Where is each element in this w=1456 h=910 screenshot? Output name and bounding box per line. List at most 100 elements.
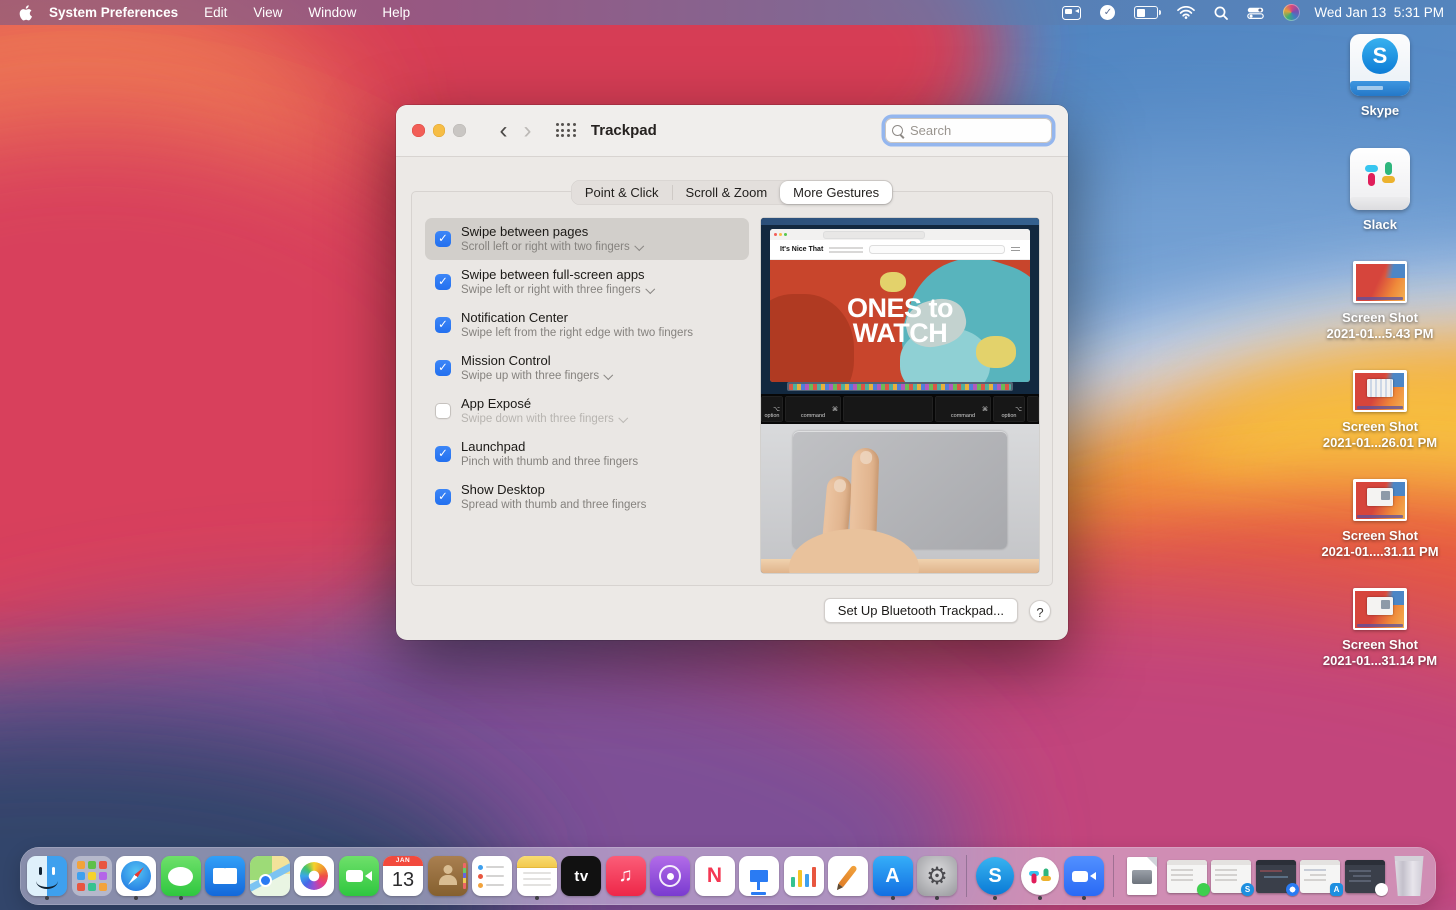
gesture-row-mission-control[interactable]: Mission Control Swipe up with three fing… — [425, 347, 749, 389]
gesture-row-notification-center[interactable]: Notification Center Swipe left from the … — [425, 304, 749, 346]
tab-bar: Point & Click Scroll & Zoom More Gesture… — [396, 180, 1068, 205]
battery-icon[interactable] — [1134, 6, 1158, 19]
back-button[interactable]: ‹ — [492, 121, 516, 141]
desktop-icon-slack[interactable]: Slack — [1350, 148, 1410, 233]
spotlight-icon[interactable] — [1214, 6, 1228, 20]
checkbox-show-desktop[interactable] — [435, 489, 451, 505]
gesture-row-swipe-between-pages[interactable]: Swipe between pages Scroll left or right… — [425, 218, 749, 260]
checkbox-mission-control[interactable] — [435, 360, 451, 376]
dock-icon-slack[interactable] — [1020, 852, 1060, 900]
gesture-description: Pinch with thumb and three fingers — [461, 455, 638, 470]
dock-icon-apple-tv[interactable]: tv — [561, 852, 601, 900]
setup-bluetooth-trackpad-button[interactable]: Set Up Bluetooth Trackpad... — [824, 598, 1018, 623]
key-option-left: ⌥option — [761, 396, 783, 422]
running-indicator — [935, 896, 939, 900]
dock-icon-keynote[interactable] — [739, 852, 779, 900]
show-all-preferences-icon[interactable] — [556, 123, 577, 139]
dock-minimized-messages-window[interactable] — [1167, 852, 1207, 900]
desktop-icon-skype[interactable]: S Skype — [1350, 34, 1410, 119]
forward-button: › — [516, 121, 540, 141]
dock-icon-safari[interactable] — [116, 852, 156, 900]
dock-icon-app-store[interactable]: A — [873, 852, 913, 900]
checkbox-swipe-fullscreen-apps[interactable] — [435, 274, 451, 290]
dock-minimized-safari-window[interactable] — [1256, 852, 1296, 900]
window-titlebar[interactable]: ‹ › Trackpad — [396, 105, 1068, 157]
desktop-icon-screenshot-2[interactable]: Screen Shot2021-01...26.01 PM — [1323, 370, 1437, 450]
dock-icon-finder[interactable] — [27, 852, 67, 900]
dock-icon-system-preferences[interactable]: ⚙ — [917, 852, 957, 900]
user-avatar-icon[interactable] — [1283, 4, 1300, 21]
demo-headline: ONES to WATCH — [770, 260, 1030, 382]
system-preferences-window: ‹ › Trackpad Point & Click Scroll & Zoom… — [396, 105, 1068, 640]
gesture-row-swipe-fullscreen-apps[interactable]: Swipe between full-screen apps Swipe lef… — [425, 261, 749, 303]
dock-icon-reminders[interactable] — [472, 852, 512, 900]
gesture-option-dropdown[interactable]: Swipe down with three fingers — [461, 412, 626, 427]
dock-icon-mail[interactable] — [205, 852, 245, 900]
desktop-icon-screenshot-3[interactable]: Screen Shot2021-01....31.11 PM — [1321, 479, 1438, 559]
wifi-icon[interactable] — [1177, 6, 1195, 19]
dock-icon-messages[interactable] — [161, 852, 201, 900]
menu-edit[interactable]: Edit — [204, 5, 227, 20]
demo-menu-bar — [761, 218, 1039, 225]
dock-icon-contacts[interactable] — [428, 852, 468, 900]
screenshot-thumbnail — [1353, 479, 1407, 521]
desktop-icon-label: Screen Shot2021-01...31.14 PM — [1323, 637, 1437, 668]
dock-icon-facetime[interactable] — [339, 852, 379, 900]
tab-scroll-and-zoom[interactable]: Scroll & Zoom — [673, 181, 781, 204]
menu-view[interactable]: View — [253, 5, 282, 20]
dock-minimized-app-store-window[interactable]: A — [1300, 852, 1340, 900]
running-indicator — [891, 896, 895, 900]
menu-help[interactable]: Help — [382, 5, 410, 20]
dock-minimized-skype-window[interactable]: S — [1211, 852, 1251, 900]
tab-point-and-click[interactable]: Point & Click — [572, 181, 672, 204]
menu-app-name[interactable]: System Preferences — [49, 5, 178, 20]
app-store-badge-icon: A — [1330, 883, 1343, 896]
dock-icon-notes[interactable] — [517, 852, 557, 900]
dock-icon-podcasts[interactable] — [650, 852, 690, 900]
dock-icon-skype[interactable]: S — [975, 852, 1015, 900]
checkbox-swipe-between-pages[interactable] — [435, 231, 451, 247]
gesture-option-dropdown[interactable]: Swipe up with three fingers — [461, 369, 612, 384]
demo-site-header: It's Nice That — [770, 240, 1030, 260]
minimize-button[interactable] — [433, 124, 446, 137]
dock-icon-news[interactable]: N — [695, 852, 735, 900]
dock-icon-zoom[interactable] — [1064, 852, 1104, 900]
todo-check-status-icon[interactable]: ✓ — [1100, 5, 1115, 20]
menu-bar-clock[interactable]: Wed Jan 13 5:31 PM — [1314, 5, 1444, 20]
gesture-option-dropdown[interactable]: Scroll left or right with two fingers — [461, 240, 642, 255]
dock-minimized-disk-image[interactable] — [1122, 852, 1162, 900]
search-field[interactable] — [885, 118, 1052, 143]
apple-menu-icon[interactable] — [18, 5, 33, 21]
tab-more-gestures[interactable]: More Gestures — [780, 181, 892, 204]
dock-icon-photos[interactable] — [294, 852, 334, 900]
dock-icon-maps[interactable] — [250, 852, 290, 900]
dock-divider — [1113, 855, 1114, 897]
checkbox-app-expose[interactable] — [435, 403, 451, 419]
dock-icon-trash[interactable] — [1389, 852, 1429, 900]
safari-badge-icon — [1286, 883, 1299, 896]
desktop-icon-screenshot-4[interactable]: Screen Shot2021-01...31.14 PM — [1323, 588, 1437, 668]
checkbox-launchpad[interactable] — [435, 446, 451, 462]
dock-icon-launchpad[interactable] — [72, 852, 112, 900]
gesture-row-launchpad[interactable]: Launchpad Pinch with thumb and three fin… — [425, 433, 749, 475]
search-input[interactable] — [908, 122, 1045, 139]
gesture-title: Mission Control — [461, 352, 612, 369]
desktop-icon-screenshot-1[interactable]: Screen Shot2021-01...5.43 PM — [1327, 261, 1434, 341]
control-center-icon[interactable] — [1247, 7, 1264, 19]
demo-site-name: It's Nice That — [780, 246, 823, 253]
close-button[interactable] — [412, 124, 425, 137]
gesture-title: Notification Center — [461, 309, 693, 326]
dock-icon-music[interactable]: ♫ — [606, 852, 646, 900]
dock-minimized-slack-window[interactable] — [1345, 852, 1385, 900]
camera-status-icon[interactable] — [1062, 6, 1081, 20]
gesture-option-dropdown[interactable]: Swipe left or right with three fingers — [461, 283, 653, 298]
dock-icon-numbers[interactable] — [784, 852, 824, 900]
screenshot-thumbnail — [1353, 261, 1407, 303]
gesture-row-app-expose[interactable]: App Exposé Swipe down with three fingers — [425, 390, 749, 432]
menu-window[interactable]: Window — [308, 5, 356, 20]
gesture-row-show-desktop[interactable]: Show Desktop Spread with thumb and three… — [425, 476, 749, 518]
checkbox-notification-center[interactable] — [435, 317, 451, 333]
help-button[interactable]: ? — [1029, 600, 1051, 622]
dock-icon-pages[interactable] — [828, 852, 868, 900]
dock-icon-calendar[interactable]: JAN13 — [383, 852, 423, 900]
